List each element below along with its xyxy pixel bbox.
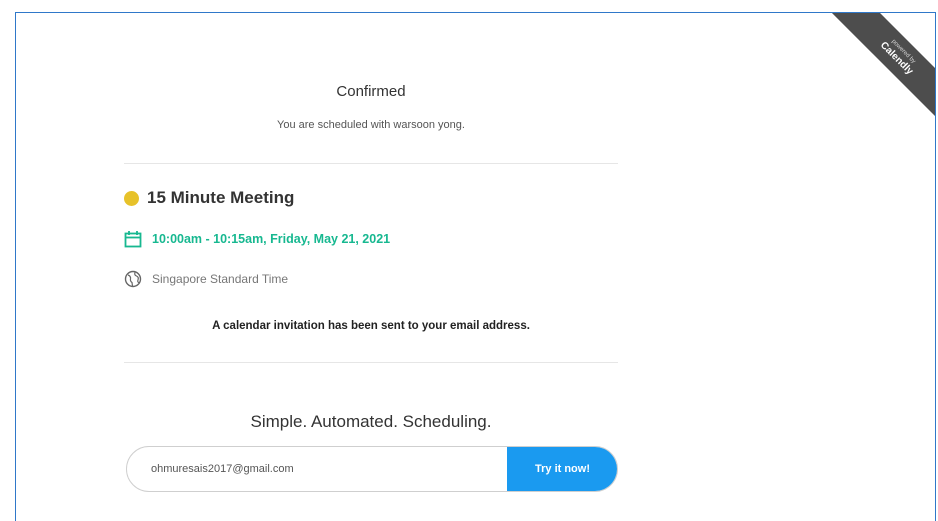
timezone-row: Singapore Standard Time: [124, 270, 288, 288]
timezone-label: Singapore Standard Time: [152, 272, 289, 286]
event-color-dot-icon: [124, 190, 139, 206]
signup-form: Try it now!: [126, 446, 618, 492]
scheduled-with-text: You are scheduled with warsoon yong.: [277, 119, 465, 131]
email-field[interactable]: [127, 447, 507, 491]
event-name: 15 Minute Meeting: [147, 188, 295, 207]
top-divider: [124, 163, 618, 164]
promo-tagline: Simple. Automated. Scheduling.: [250, 412, 492, 431]
calendly-ribbon[interactable]: powered by Calendly: [825, 13, 935, 123]
page-title: Confirmed: [336, 83, 406, 100]
event-type-row: 15 Minute Meeting: [124, 188, 294, 208]
calendar-icon: [124, 231, 142, 248]
event-time-row: 10:00am - 10:15am, Friday, May 21, 2021: [124, 230, 390, 248]
invitation-notice: A calendar invitation has been sent to y…: [212, 320, 530, 332]
event-time: 10:00am - 10:15am, Friday, May 21, 2021: [152, 232, 391, 246]
globe-icon: [124, 270, 142, 288]
try-it-now-button[interactable]: Try it now!: [507, 447, 617, 491]
confirmation-page: powered by Calendly Confirmed You are sc…: [15, 12, 936, 521]
calendly-ribbon-band[interactable]: powered by Calendly: [830, 13, 935, 123]
bottom-divider: [124, 362, 618, 363]
